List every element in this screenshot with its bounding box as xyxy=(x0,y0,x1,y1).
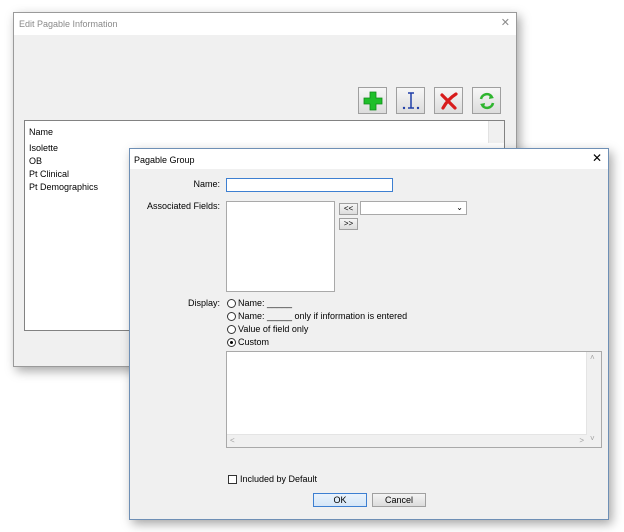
list-item[interactable]: Isolette xyxy=(29,143,58,153)
name-label: Name: xyxy=(193,179,220,189)
scroll-right-icon[interactable]: > xyxy=(579,437,584,445)
title-bar: Pagable Group ✕ xyxy=(130,149,608,169)
vertical-scrollbar[interactable]: ˄ ˅ xyxy=(586,352,601,447)
radio-button[interactable] xyxy=(227,325,236,334)
display-label: Display: xyxy=(187,298,220,308)
list-item[interactable]: Pt Clinical xyxy=(29,169,69,179)
radio-label: Value of field only xyxy=(238,324,309,334)
display-option-custom[interactable]: Custom xyxy=(227,337,269,347)
scroll-up-icon[interactable]: ˄ xyxy=(590,354,595,362)
title-bar: Edit Pagable Information ✕ xyxy=(14,13,516,35)
associated-fields-label: Associated Fields: xyxy=(146,201,220,211)
included-by-default-checkbox[interactable]: Included by Default xyxy=(228,474,317,484)
scroll-left-icon[interactable]: < xyxy=(230,437,235,445)
radio-label: Name: _____ xyxy=(238,298,293,308)
refresh-icon xyxy=(479,92,495,110)
pagable-group-dialog: Pagable Group ✕ Name: Associated Fields:… xyxy=(129,148,609,520)
add-button[interactable] xyxy=(358,87,387,114)
display-option-name-if-entered[interactable]: Name: _____ only if information is enter… xyxy=(227,311,407,321)
cancel-button[interactable]: Cancel xyxy=(372,493,426,507)
radio-label: Name: _____ only if information is enter… xyxy=(238,311,408,321)
radio-button[interactable] xyxy=(227,312,236,321)
list-item[interactable]: OB xyxy=(29,156,42,166)
field-select[interactable]: ⌄ xyxy=(360,201,467,215)
plus-icon xyxy=(363,91,383,111)
insert-button[interactable] xyxy=(396,87,425,114)
custom-display-textarea[interactable]: ˄ ˅ < > xyxy=(226,351,602,448)
move-right-button[interactable]: >> xyxy=(339,218,358,230)
scroll-down-icon[interactable]: ˅ xyxy=(590,435,595,443)
ok-button[interactable]: OK xyxy=(313,493,367,507)
list-column-header[interactable]: Name xyxy=(29,127,53,137)
close-icon[interactable]: ✕ xyxy=(501,18,510,29)
list-item[interactable]: Pt Demographics xyxy=(29,182,98,192)
associated-fields-list[interactable] xyxy=(226,201,335,292)
chevron-down-icon: ⌄ xyxy=(456,203,463,212)
close-icon[interactable]: ✕ xyxy=(592,152,602,164)
delete-button[interactable] xyxy=(434,87,463,114)
refresh-button[interactable] xyxy=(472,87,501,114)
display-option-name[interactable]: Name: _____ xyxy=(227,298,292,308)
checkbox-box[interactable] xyxy=(228,475,237,484)
list-scrollbar[interactable] xyxy=(488,121,504,143)
checkbox-label: Included by Default xyxy=(240,474,318,484)
radio-button[interactable] xyxy=(227,299,236,308)
display-option-value-only[interactable]: Value of field only xyxy=(227,324,308,334)
delete-x-icon xyxy=(440,92,458,110)
window-title: Edit Pagable Information xyxy=(19,19,118,29)
radio-label: Custom xyxy=(238,337,270,347)
horizontal-scrollbar[interactable]: < > xyxy=(227,434,587,447)
name-input[interactable] xyxy=(226,178,393,192)
dialog-title: Pagable Group xyxy=(134,155,195,165)
radio-button-selected[interactable] xyxy=(227,338,236,347)
move-left-button[interactable]: << xyxy=(339,203,358,215)
insert-icon xyxy=(402,92,420,110)
